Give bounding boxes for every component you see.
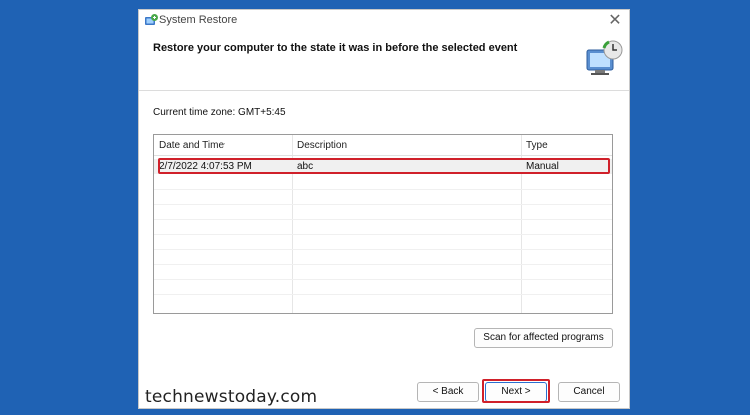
restore-monitor-icon: [586, 40, 623, 75]
page-heading: Restore your computer to the state it wa…: [153, 42, 518, 54]
title-bar: System Restore ✕: [139, 10, 629, 32]
row-highlight-box: [158, 158, 610, 174]
window-title: System Restore: [159, 14, 238, 26]
scan-affected-programs-button[interactable]: Scan for affected programs: [474, 328, 613, 348]
system-restore-dialog: System Restore ✕ Restore your computer t…: [138, 9, 630, 409]
column-header-date[interactable]: ⌄ Date and Time: [154, 135, 292, 155]
back-button[interactable]: < Back: [417, 382, 479, 402]
sort-caret-icon: ⌄: [220, 138, 227, 147]
next-highlight-box: [482, 379, 550, 403]
cancel-button[interactable]: Cancel: [558, 382, 620, 402]
table-header: ⌄ Date and Time Description Type: [154, 135, 612, 156]
column-header-type[interactable]: Type: [521, 135, 612, 155]
restore-points-table[interactable]: ⌄ Date and Time Description Type 2/7/202…: [153, 134, 613, 314]
header-divider: [139, 90, 629, 91]
system-restore-icon: [145, 14, 158, 25]
close-icon: ✕: [608, 10, 622, 29]
close-button[interactable]: ✕: [605, 11, 625, 29]
column-header-description[interactable]: Description: [292, 135, 521, 155]
watermark-text: technewstoday.com: [145, 387, 318, 407]
timezone-label: Current time zone: GMT+5:45: [153, 107, 286, 118]
